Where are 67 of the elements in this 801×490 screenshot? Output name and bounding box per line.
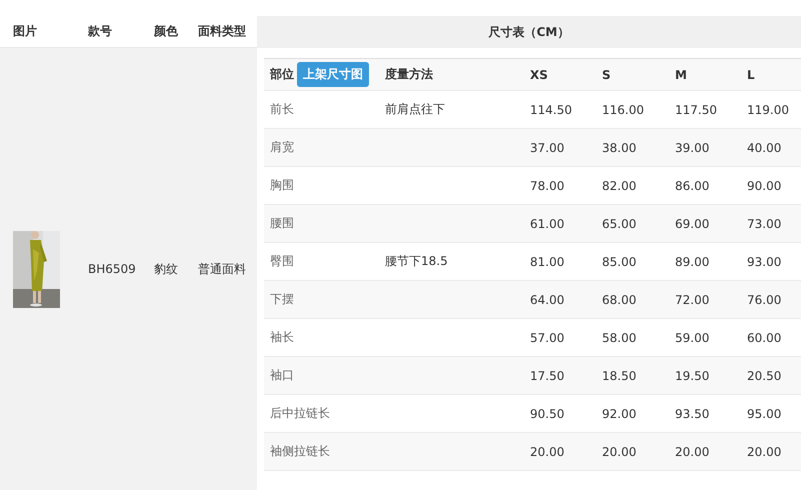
table-cell: 82.00 — [602, 178, 636, 192]
table-cell: 胸围 — [270, 177, 294, 194]
column-header: 部位 — [270, 66, 294, 83]
size-chart-button[interactable]: 上架尺寸图 — [297, 62, 369, 87]
column-header: L — [747, 68, 755, 82]
table-cell: 65.00 — [602, 216, 636, 230]
column-header: 款号 — [88, 23, 112, 40]
table-cell: 85.00 — [602, 254, 636, 268]
table-cell: 90.00 — [747, 178, 782, 192]
table-cell: 20.00 — [675, 444, 710, 458]
table-title: 尺寸表（CM） — [488, 24, 570, 40]
table-cell: 86.00 — [675, 178, 710, 192]
table-cell: 119.00 — [747, 102, 789, 116]
table-cell: 76.00 — [747, 292, 782, 306]
table-cell: 72.00 — [675, 292, 710, 306]
table-cell: 59.00 — [675, 330, 710, 344]
table-cell: 20.00 — [747, 444, 782, 458]
table-cell: 38.00 — [602, 140, 636, 154]
table-cell: 39.00 — [675, 140, 710, 154]
table-cell: 20.50 — [747, 368, 782, 382]
fabric-type: 普通面料 — [198, 260, 246, 278]
table-cell: 腰节下18.5 — [385, 253, 448, 270]
table-cell: 92.00 — [602, 406, 636, 420]
column-header: S — [602, 68, 611, 82]
table-cell: 93.00 — [747, 254, 782, 268]
style-number: BH6509 — [88, 262, 136, 276]
table-cell: 袖口 — [270, 367, 294, 384]
table-cell: 68.00 — [602, 292, 636, 306]
table-cell: 58.00 — [602, 330, 636, 344]
table-cell: 60.00 — [747, 330, 782, 344]
column-header: 图片 — [13, 23, 37, 40]
table-cell: 17.50 — [530, 368, 564, 382]
table-cell: 40.00 — [747, 140, 782, 154]
table-cell: 19.50 — [675, 368, 710, 382]
color-name: 豹纹 — [154, 260, 178, 278]
table-cell: 腰围 — [270, 215, 294, 232]
table-cell: 64.00 — [530, 292, 564, 306]
column-header: XS — [530, 68, 548, 82]
table-cell: 袖长 — [270, 329, 294, 346]
table-cell: 93.50 — [675, 406, 710, 420]
table-cell: 肩宽 — [270, 139, 294, 156]
table-cell: 20.00 — [530, 444, 564, 458]
column-header: 度量方法 — [385, 66, 433, 83]
table-cell: 116.00 — [602, 102, 644, 116]
table-cell: 81.00 — [530, 254, 564, 268]
column-header: 面料类型 — [198, 23, 246, 40]
table-cell: 下摆 — [270, 291, 294, 308]
table-cell: 18.50 — [602, 368, 636, 382]
table-cell: 61.00 — [530, 216, 564, 230]
table-cell: 90.50 — [530, 406, 564, 420]
table-cell: 95.00 — [747, 406, 782, 420]
table-cell: 78.00 — [530, 178, 564, 192]
table-cell: 73.00 — [747, 216, 782, 230]
table-cell: 后中拉链长 — [270, 405, 330, 422]
column-header: 颜色 — [154, 23, 178, 40]
table-cell: 20.00 — [602, 444, 636, 458]
table-cell: 69.00 — [675, 216, 710, 230]
table-cell: 臀围 — [270, 253, 294, 270]
table-cell: 前肩点往下 — [385, 101, 445, 118]
table-cell: 117.50 — [675, 102, 717, 116]
table-cell: 37.00 — [530, 140, 564, 154]
table-cell: 114.50 — [530, 102, 572, 116]
table-cell: 89.00 — [675, 254, 710, 268]
table-cell: 前长 — [270, 101, 294, 118]
column-header: M — [675, 68, 687, 82]
table-cell: 袖侧拉链长 — [270, 443, 330, 460]
table-cell: 57.00 — [530, 330, 564, 344]
